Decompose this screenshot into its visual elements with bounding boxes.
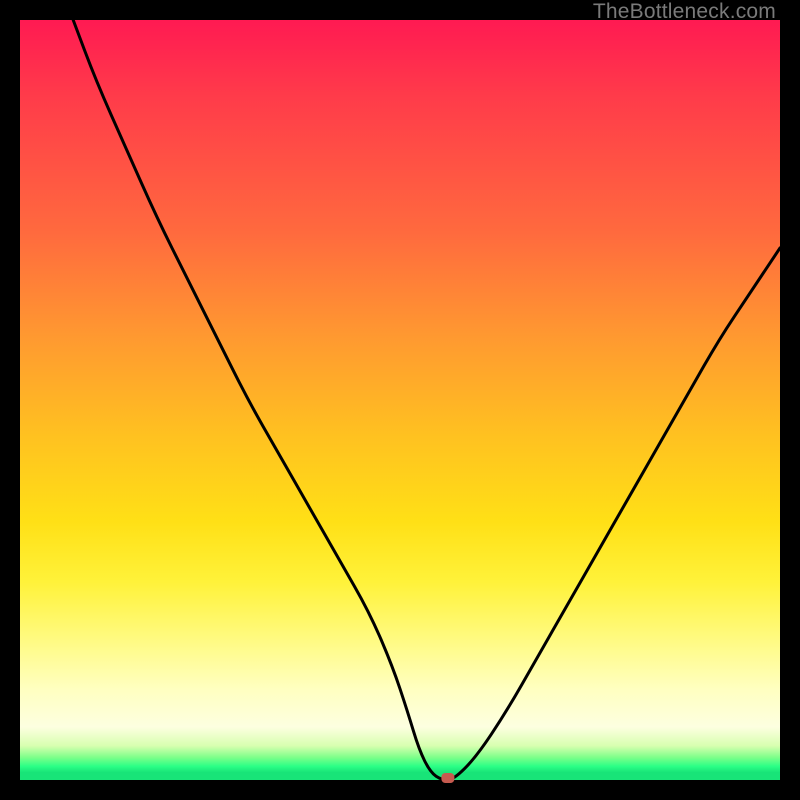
minimum-marker [441, 773, 454, 783]
curve-path [73, 20, 780, 780]
plot-area [20, 20, 780, 780]
watermark-text: TheBottleneck.com [593, 0, 776, 24]
chart-frame: TheBottleneck.com [0, 0, 800, 800]
bottleneck-curve [20, 20, 780, 780]
